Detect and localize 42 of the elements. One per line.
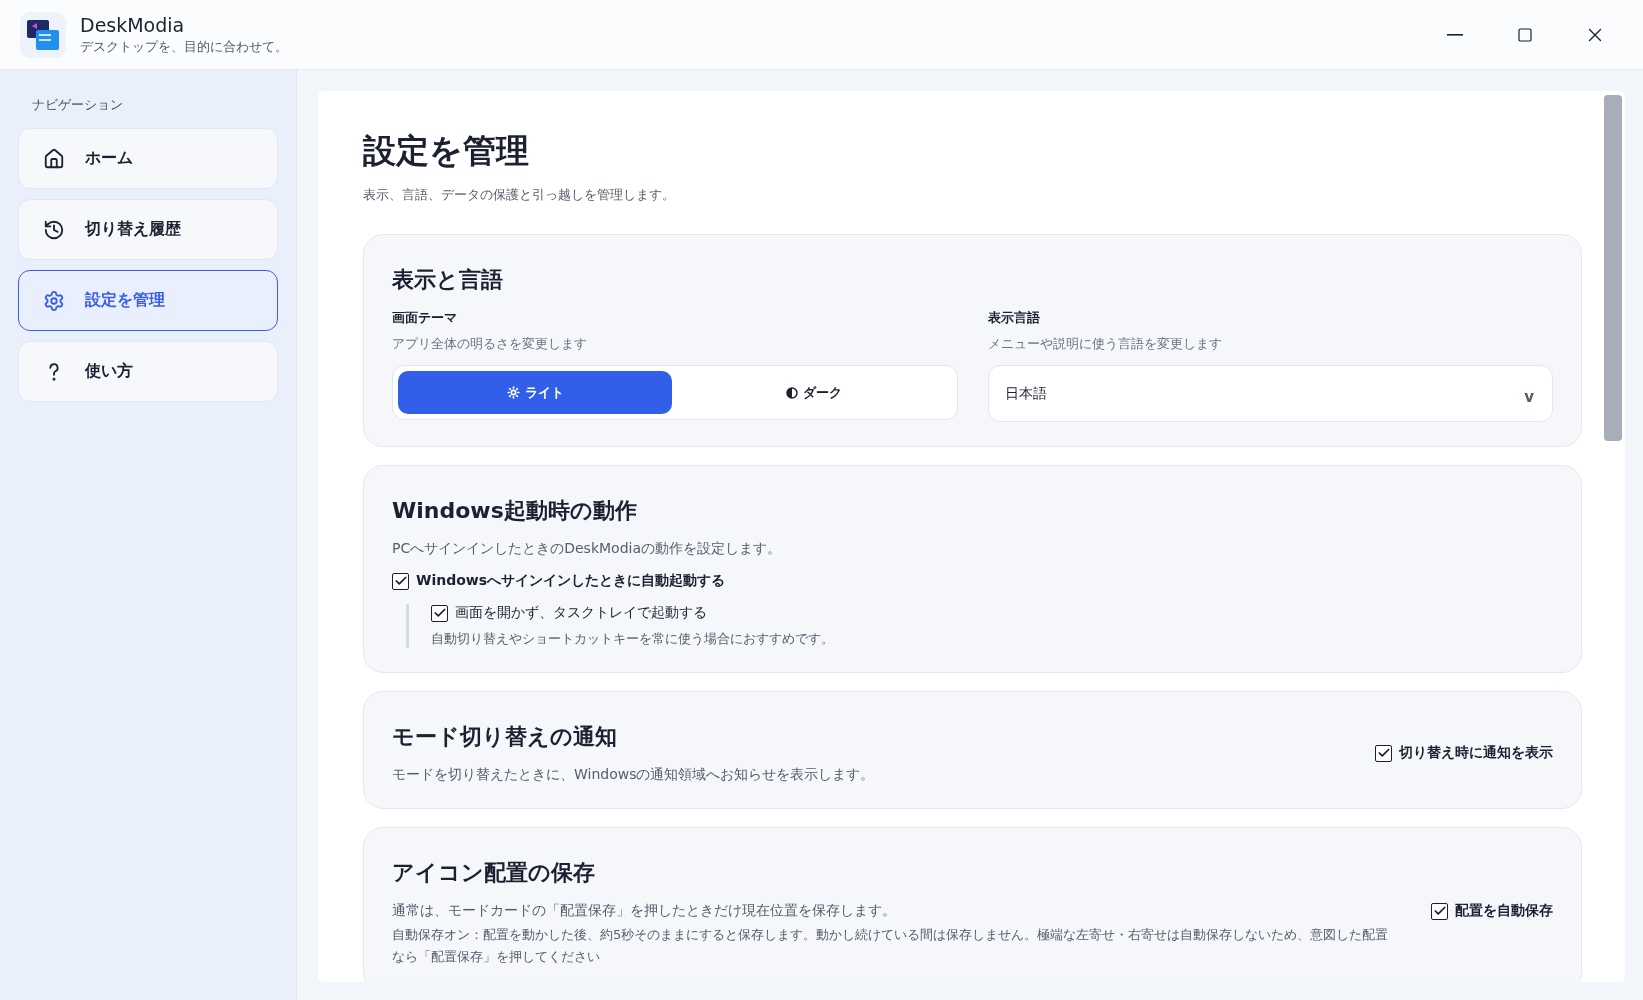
history-icon (43, 218, 65, 241)
page-subtitle: 表示、言語、データの保護と引っ越しを管理します。 (363, 186, 676, 204)
maximize-icon (1517, 26, 1533, 43)
field-hint: アプリ全体の明るさを変更します (392, 335, 588, 353)
card-title: 表示と言語 (392, 266, 504, 294)
scrollbar-thumb[interactable] (1604, 95, 1622, 441)
nav-item[interactable]: ホーム (18, 128, 278, 189)
card-description: 通常は、モードカードの「配置保存」を押したときだけ現在位置を保存します。 (392, 902, 897, 920)
checkbox[interactable] (392, 572, 409, 590)
checkbox[interactable] (1375, 744, 1392, 762)
card-detail: 自動保存オン：配置を動かした後、約5秒そのままにすると保存します。動かし続けている間は保存しません。極端な左寄せ・右寄せは自動保存しないため、意図した配置なら「配置保存」を押してください (392, 926, 1390, 967)
settings-icon (43, 289, 65, 312)
card-title: Windows起動時の動作 (392, 497, 638, 525)
theme-option[interactable]: ライト (398, 371, 673, 414)
checkbox-label: Windowsへサインインしたときに自動起動する (416, 572, 726, 590)
card-description: モードを切り替えたときに、Windowsの通知領域へお知らせを表示します。 (392, 766, 876, 784)
contrast-icon (786, 386, 799, 399)
checkbox[interactable] (431, 604, 448, 622)
checkbox-label: 配置を自動保存 (1455, 902, 1553, 920)
checkbox[interactable] (1431, 902, 1448, 920)
home-icon (43, 147, 65, 170)
field-label: 表示言語 (987, 309, 1041, 327)
app-tagline: デスクトップを、目的に合わせて。 (80, 37, 289, 56)
field-label: 画面テーマ (392, 309, 458, 327)
app-name: DeskModia (80, 13, 186, 36)
nav-heading: ナビゲーション (31, 96, 124, 114)
field-hint: メニューや説明に使う言語を変更します (987, 335, 1223, 353)
theme-option[interactable]: ダーク (677, 371, 952, 414)
app-logo (20, 11, 66, 58)
page-title: 設定を管理 (363, 130, 530, 172)
checkbox-label: 画面を開かず、タスクトレイで起動する (455, 604, 707, 622)
sun-icon (506, 386, 520, 399)
option-hint: 自動切り替えやショートカットキーを常に使う場合におすすめです。 (431, 630, 835, 648)
language-select[interactable]: 日本語 v (987, 365, 1553, 422)
minimize-icon (1447, 33, 1463, 36)
card-title: モード切り替えの通知 (392, 723, 618, 751)
nav-item[interactable]: 設定を管理 (18, 270, 278, 331)
nav-item[interactable]: 使い方 (18, 341, 278, 402)
nav-item[interactable]: 切り替え履歴 (18, 199, 278, 260)
card-description: PCへサインインしたときのDeskModiaの動作を設定します。 (392, 540, 782, 558)
checkbox-label: 切り替え時に通知を表示 (1399, 744, 1553, 762)
card-title: アイコン配置の保存 (392, 859, 596, 887)
